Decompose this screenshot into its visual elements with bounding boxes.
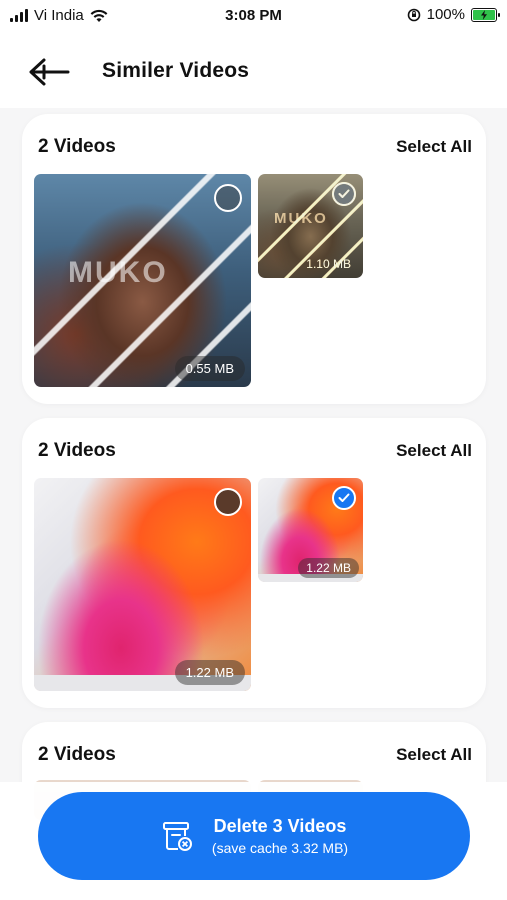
select-all-button[interactable]: Select All — [396, 137, 472, 157]
video-thumbnail[interactable]: MUKO 1.10 MB — [258, 174, 363, 278]
header: Similer Videos — [0, 32, 507, 112]
delete-title: Delete 3 Videos — [213, 816, 347, 836]
group-count: 2 Videos — [38, 136, 116, 157]
select-checkbox[interactable] — [214, 184, 242, 212]
video-thumbnail[interactable]: MUKO 0.55 MB — [34, 174, 251, 387]
delete-button-text: Delete 3 Videos (save cache 3.32 MB) — [212, 816, 348, 856]
size-badge: 1.10 MB — [306, 257, 351, 271]
video-thumbnail[interactable]: 1.22 MB — [258, 478, 363, 582]
battery-icon — [471, 7, 500, 22]
delete-videos-button[interactable]: Delete 3 Videos (save cache 3.32 MB) — [38, 792, 470, 880]
footer: Delete 3 Videos (save cache 3.32 MB) — [0, 782, 507, 900]
video-group-card: 2 Videos Select All MUKO 0.55 MB MUKO 1.… — [22, 114, 486, 404]
select-all-button[interactable]: Select All — [396, 441, 472, 461]
page-title: Similer Videos — [102, 59, 250, 82]
select-checkbox[interactable] — [332, 182, 356, 206]
watermark-text: MUKO — [274, 210, 328, 227]
group-count: 2 Videos — [38, 744, 116, 765]
select-all-button[interactable]: Select All — [396, 745, 472, 765]
back-button[interactable] — [26, 54, 72, 90]
select-checkbox[interactable] — [332, 486, 356, 510]
checkmark-icon — [338, 189, 350, 198]
battery-percent: 100% — [426, 6, 465, 23]
arrow-left-icon — [29, 58, 70, 86]
delete-subtitle: (save cache 3.32 MB) — [211, 840, 349, 856]
group-count: 2 Videos — [38, 440, 116, 461]
status-bar: Vi India 3:08 PM 100% — [0, 0, 507, 32]
trash-icon — [162, 822, 192, 851]
size-badge: 1.22 MB — [174, 660, 245, 685]
video-group-card: 2 Videos Select All 1.22 MB 1.22 MB — [22, 418, 486, 708]
orientation-lock-icon — [407, 8, 420, 21]
checkmark-icon — [338, 493, 350, 502]
size-badge: 1.22 MB — [298, 558, 359, 578]
watermark-text: MUKO — [68, 256, 168, 289]
video-thumbnail[interactable]: 1.22 MB — [34, 478, 251, 691]
select-checkbox[interactable] — [214, 488, 242, 516]
size-badge: 0.55 MB — [174, 356, 245, 381]
status-right: 100% — [407, 6, 500, 23]
